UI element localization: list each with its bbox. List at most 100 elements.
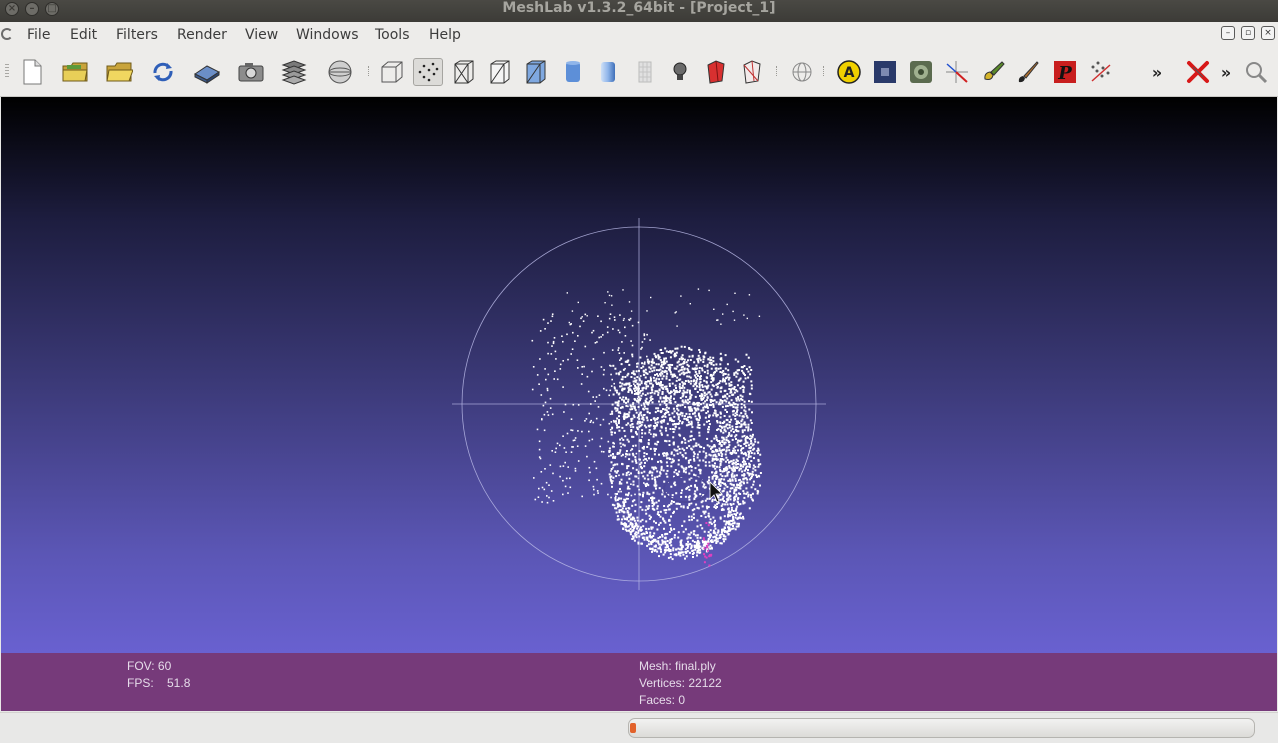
cloud-point xyxy=(657,363,660,366)
cloud-point xyxy=(655,381,658,384)
cloud-point xyxy=(589,471,591,474)
flat-lines-icon xyxy=(526,60,546,84)
cloud-point xyxy=(616,424,618,427)
cloud-point xyxy=(736,466,739,469)
3d-viewport[interactable] xyxy=(1,97,1277,653)
cloud-point xyxy=(672,512,675,514)
cloud-point xyxy=(660,410,663,413)
reload-button[interactable] xyxy=(148,58,178,86)
cloud-point xyxy=(731,428,734,430)
point-cloud-scene[interactable] xyxy=(1,97,1277,653)
cloud-point xyxy=(730,509,733,511)
cloud-point xyxy=(614,463,616,466)
menu-filters[interactable]: Filters xyxy=(116,27,158,43)
show-layers-button[interactable] xyxy=(279,58,309,86)
texture-button[interactable] xyxy=(630,58,660,86)
cloud-point xyxy=(654,482,657,485)
menu-windows[interactable]: Windows xyxy=(296,27,359,43)
open-project-button[interactable] xyxy=(60,58,90,86)
cloud-point xyxy=(630,518,632,521)
points-render-button[interactable] xyxy=(413,58,443,86)
texture-image-button[interactable] xyxy=(870,58,900,86)
cloud-point xyxy=(664,511,667,514)
measure-button[interactable] xyxy=(1086,58,1116,86)
cloud-point xyxy=(643,477,646,480)
decorate-button[interactable] xyxy=(325,58,355,86)
cloud-point xyxy=(712,377,715,380)
delete-button[interactable] xyxy=(1183,58,1213,86)
align-button[interactable] xyxy=(942,58,972,86)
toolbar-grip[interactable] xyxy=(5,64,9,78)
cloud-point xyxy=(546,389,549,392)
select-faces-button[interactable] xyxy=(787,58,817,86)
cloud-point xyxy=(747,469,749,471)
cloud-point xyxy=(646,507,649,510)
cloud-point xyxy=(625,401,627,404)
smooth-button[interactable] xyxy=(593,58,623,86)
cloud-point xyxy=(719,498,722,501)
cloud-point xyxy=(677,463,680,466)
hidden-lines-button[interactable] xyxy=(485,58,515,86)
cloud-point xyxy=(743,423,746,426)
cloud-point xyxy=(665,472,668,475)
cloud-point xyxy=(636,422,639,425)
cloud-point xyxy=(680,387,683,389)
cloud-point xyxy=(719,479,722,482)
sample-color-button[interactable] xyxy=(906,58,936,86)
cloud-point xyxy=(611,304,613,306)
save-button[interactable] xyxy=(192,58,222,86)
annotate-button[interactable]: A xyxy=(834,58,864,86)
cloud-point xyxy=(594,342,597,344)
search-button[interactable] xyxy=(1241,58,1271,86)
wireframe-button[interactable] xyxy=(449,58,479,86)
flat-lines-button[interactable] xyxy=(521,58,551,86)
back-face-button[interactable] xyxy=(701,58,731,86)
toolbar-overflow-button-2[interactable]: » xyxy=(1211,58,1241,86)
pickpoints-button[interactable]: P xyxy=(1050,58,1080,86)
menu-tools[interactable]: Tools xyxy=(375,27,410,43)
mdi-restore-button[interactable]: ▫ xyxy=(1241,26,1255,40)
cloud-point xyxy=(687,398,689,401)
mdi-minimize-button[interactable]: – xyxy=(1221,26,1235,40)
paint-brush-button[interactable] xyxy=(978,58,1008,86)
toolbar-overflow-button[interactable]: » xyxy=(1142,58,1172,86)
cloud-point xyxy=(588,439,591,442)
cloud-point xyxy=(732,465,735,468)
menu-help[interactable]: Help xyxy=(429,27,461,43)
cloud-point xyxy=(577,335,579,337)
import-mesh-button[interactable] xyxy=(104,58,134,86)
new-project-button[interactable] xyxy=(17,58,47,86)
cloud-point xyxy=(675,351,678,354)
cloud-point xyxy=(567,358,569,361)
cloud-point xyxy=(678,373,681,376)
cloud-point xyxy=(711,547,713,550)
menu-file[interactable]: File xyxy=(27,27,50,43)
menu-render[interactable]: Render xyxy=(177,27,227,43)
cloud-point xyxy=(666,505,669,508)
snapshot-button[interactable] xyxy=(236,58,266,86)
cloud-point xyxy=(659,429,662,432)
lighting-button[interactable] xyxy=(665,58,695,86)
double-side-button[interactable] xyxy=(737,58,767,86)
flat-button[interactable] xyxy=(558,58,588,86)
cloud-point xyxy=(693,452,696,455)
hidden-lines-icon xyxy=(490,60,510,84)
cloud-point xyxy=(572,446,574,448)
cloud-point xyxy=(720,460,723,463)
cloud-point xyxy=(659,548,662,551)
cloud-point xyxy=(696,456,699,459)
menu-view[interactable]: View xyxy=(245,27,278,43)
cloud-point xyxy=(667,556,670,559)
cloud-point xyxy=(696,385,698,388)
menu-edit[interactable]: Edit xyxy=(70,27,97,43)
cloud-point xyxy=(547,373,550,376)
bounding-box-button[interactable] xyxy=(377,58,407,86)
paint-button[interactable] xyxy=(1013,58,1043,86)
cloud-point xyxy=(739,487,742,490)
cloud-point xyxy=(698,459,701,462)
cloud-point xyxy=(688,391,691,393)
mdi-close-button[interactable]: × xyxy=(1261,26,1275,40)
cloud-point xyxy=(684,399,687,402)
cloud-point xyxy=(643,445,645,448)
cloud-point xyxy=(673,482,676,485)
